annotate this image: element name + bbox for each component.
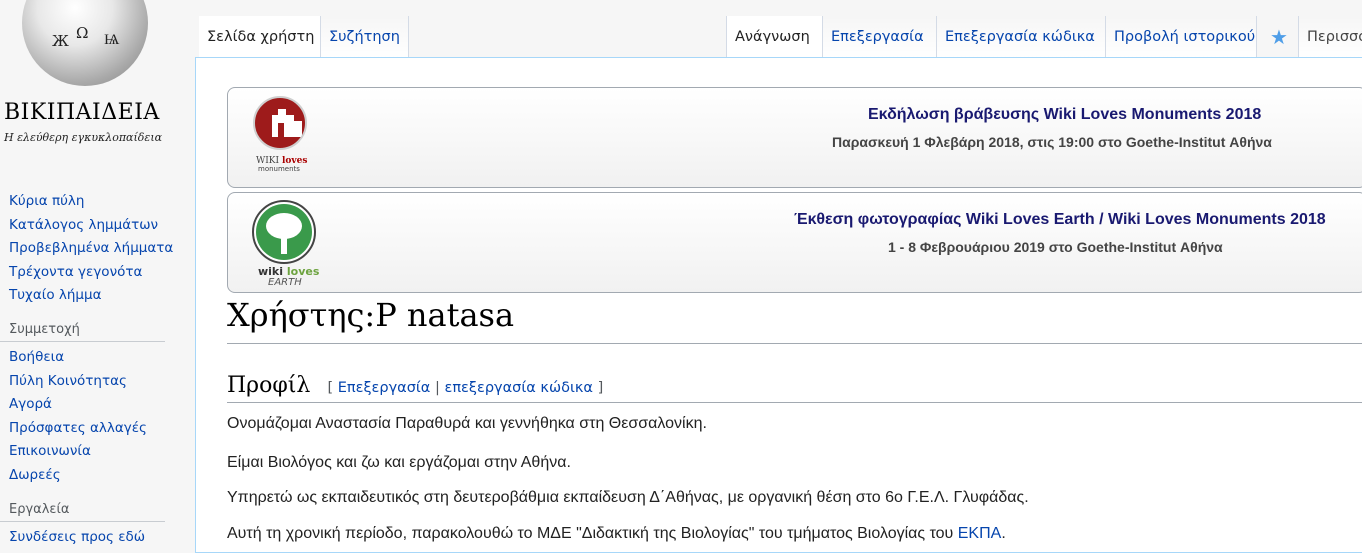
banner-subtitle: Παρασκευή 1 Φλεβάρη 2018, στις 19:00 στο… (832, 134, 1272, 150)
logo-word: monuments (258, 165, 300, 173)
sidebar-heading-participation: Συμμετοχή (0, 308, 165, 342)
sidebar-item-donate[interactable]: Δωρεές (9, 464, 176, 488)
watch-star-icon[interactable]: ★ (1270, 25, 1288, 49)
paragraph: Ονομάζομαι Αναστασία Παραθυρά και γεννήθ… (227, 415, 707, 432)
sidebar: Κύρια πύλη Κατάλογος λημμάτων Προβεβλημέ… (0, 190, 176, 549)
page-tabs: Σελίδα χρήστη Συζήτηση Ανάγνωση Επεξεργα… (195, 0, 1362, 58)
sidebar-navigation: Κύρια πύλη Κατάλογος λημμάτων Προβεβλημέ… (0, 190, 176, 308)
globe-glyph: Ω (76, 24, 89, 42)
paragraph: Αυτή τη χρονική περίοδο, παρακολουθώ το … (227, 525, 1006, 542)
paragraph: Είμαι Βιολόγος και ζω και εργάζομαι στην… (227, 454, 571, 471)
section-heading-text: Προφίλ (227, 373, 311, 398)
sidebar-item-main-page[interactable]: Κύρια πύλη (9, 190, 176, 214)
section-edit-links: [ Επεξεργασία | επεξεργασία κώδικα ] (327, 380, 604, 396)
wikipedia-logo[interactable]: Ω Ж Ѩ ΒΙΚΙΠΑΙΔΕΙΑ Η ελεύθερη εγκυκλοπαίδ… (0, 0, 176, 160)
sidebar-item-what-links-here[interactable]: Συνδέσεις προς εδώ (9, 526, 176, 550)
main-content: WIKI loves monuments Εκδήλωση βράβευσης … (195, 57, 1362, 553)
sidebar-participation: Βοήθεια Πύλη Κοινότητας Αγορά Πρόσφατες … (0, 346, 176, 488)
sidebar-heading-tools: Εργαλεία (0, 488, 165, 522)
wiki-loves-earth-logo: wiki loves EARTH (250, 198, 320, 288)
section-edit-link[interactable]: Επεξεργασία (338, 380, 431, 396)
banner-subtitle: 1 - 8 Φεβρουάριου 2019 στο Goethe-Instit… (888, 239, 1223, 255)
sidebar-tools: Συνδέσεις προς εδώ (0, 526, 176, 550)
sidebar-item-village-pump[interactable]: Αγορά (9, 393, 176, 417)
tree-icon (252, 200, 316, 264)
tab-history[interactable]: Προβολή ιστορικού (1106, 16, 1257, 58)
sidebar-item-current-events[interactable]: Τρέχοντα γεγονότα (9, 261, 176, 285)
ekpa-link[interactable]: ΕΚΠΑ (958, 525, 1002, 542)
sidebar-item-contact[interactable]: Επικοινωνία (9, 440, 176, 464)
wiki-loves-monuments-logo: WIKI loves monuments (250, 93, 320, 181)
tab-edit[interactable]: Επεξεργασία (823, 16, 937, 58)
tab-user-page[interactable]: Σελίδα χρήστη (199, 16, 321, 58)
globe-glyph: Ѩ (104, 30, 120, 48)
sidebar-item-random[interactable]: Τυχαίο λήμμα (9, 284, 176, 308)
section-heading-profile: Προφίλ [ Επεξεργασία | επεξεργασία κώδικ… (227, 373, 603, 398)
section-edit-source-link[interactable]: επεξεργασία κώδικα (444, 380, 593, 396)
sidebar-item-recent-changes[interactable]: Πρόσφατες αλλαγές (9, 417, 176, 441)
sidebar-item-featured[interactable]: Προβεβλημένα λήμματα (9, 237, 176, 261)
tab-read[interactable]: Ανάγνωση (726, 16, 823, 58)
paragraph: Υπηρετώ ως εκπαιδευτικός στη δευτεροβάθμ… (227, 489, 1029, 506)
monuments-icon (253, 96, 307, 150)
logo-tagline: Η ελεύθερη εγκυκλοπαίδεια (4, 131, 163, 144)
sidebar-item-article-list[interactable]: Κατάλογος λημμάτων (9, 214, 176, 238)
banner-title[interactable]: Έκθεση φωτογραφίας Wiki Loves Earth / Wi… (794, 211, 1326, 229)
tab-discussion[interactable]: Συζήτηση (321, 16, 409, 58)
banner-wle-exhibition[interactable]: wiki loves EARTH Έκθεση φωτογραφίας Wiki… (227, 192, 1362, 293)
sidebar-item-community-portal[interactable]: Πύλη Κοινότητας (9, 370, 176, 394)
banner-wlm-award[interactable]: WIKI loves monuments Εκδήλωση βράβευσης … (227, 87, 1362, 188)
sidebar-item-help[interactable]: Βοήθεια (9, 346, 176, 370)
banner-title[interactable]: Εκδήλωση βράβευσης Wiki Loves Monuments … (868, 106, 1261, 124)
page-title: Χρήστης:P natasa (227, 296, 515, 334)
title-divider (227, 343, 1362, 344)
tab-more[interactable]: Περισσότερα (1298, 16, 1362, 58)
tab-edit-source[interactable]: Επεξεργασία κώδικα (937, 16, 1106, 58)
logo-word: EARTH (268, 277, 302, 288)
puzzle-globe-icon: Ω Ж Ѩ (22, 0, 148, 86)
logo-wordmark: ΒΙΚΙΠΑΙΔΕΙΑ (4, 100, 160, 125)
globe-glyph: Ж (52, 32, 69, 50)
section-divider (227, 402, 1362, 403)
